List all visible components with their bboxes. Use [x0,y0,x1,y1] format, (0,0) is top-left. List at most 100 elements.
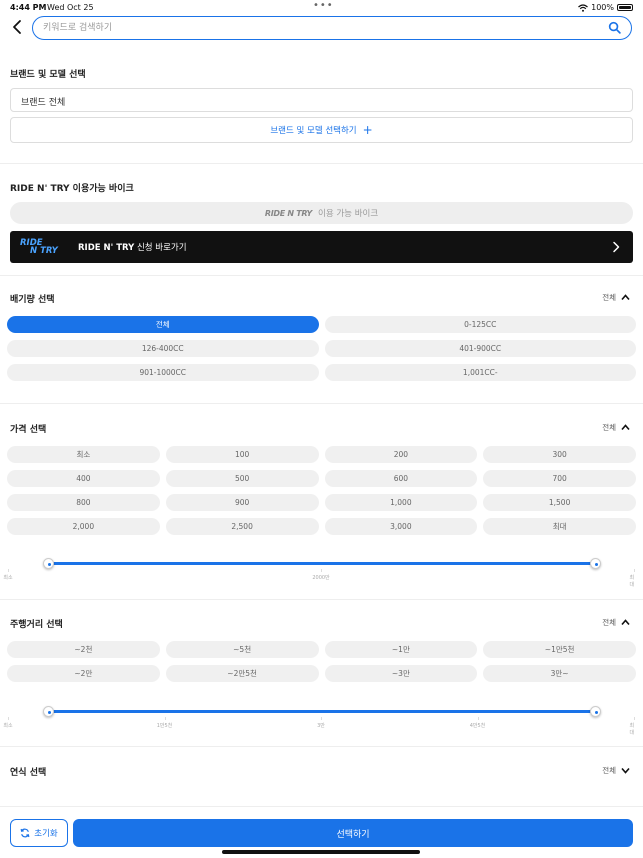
displacement-collapse-toggle[interactable]: 전체 [602,292,630,303]
displacement-option-chip[interactable]: 901-1000CC [7,364,319,381]
slider-tick-label: 최대 [629,723,635,736]
ridetry-pill-label: 이용 가능 바이크 [318,209,379,219]
slider-tick [8,569,9,572]
search-box[interactable] [32,16,632,40]
mileage-option-chip[interactable]: ~2천 [7,641,160,658]
price-option-chip[interactable]: 600 [324,470,478,487]
mileage-option-chip[interactable]: 3만~ [483,665,636,682]
slider-track[interactable] [48,562,595,565]
price-option-chip[interactable]: 200 [324,446,478,463]
plus-icon: + [362,123,373,137]
slider-tick [8,717,9,720]
price-option-chip[interactable]: 2,000 [7,518,160,535]
slider-track[interactable] [48,710,595,713]
battery-icon [617,4,633,11]
price-option-chip[interactable]: 2,500 [165,518,319,535]
brand-field[interactable]: 브랜드 전체 [10,88,633,112]
chevron-up-icon [621,294,630,301]
status-indicators: 100% [578,3,633,12]
apply-button[interactable]: 선택하기 [73,819,633,847]
slider-tick-label: 4만5천 [469,723,486,729]
divider [0,599,643,600]
mileage-option-chip[interactable]: ~3만 [324,665,478,682]
ridetry-banner-logo: RIDE N TRY [20,238,58,256]
price-option-chip[interactable]: 800 [7,494,160,511]
brand-section-title: 브랜드 및 모델 선택 [10,70,86,80]
mileage-section-title: 주행거리 선택 [10,620,63,630]
displacement-option-chip[interactable]: 0-125CC [324,316,636,333]
slider-min-handle[interactable] [42,558,54,569]
price-option-chip[interactable]: 1,500 [483,494,636,511]
price-option-chip[interactable]: 최대 [483,518,636,535]
mileage-option-chip[interactable]: ~1만5천 [483,641,636,658]
mileage-collapse-toggle[interactable]: 전체 [602,617,630,628]
ridetry-apply-banner[interactable]: RIDE N TRY RIDE N' TRY 신청 바로가기 [10,231,633,263]
price-option-chip[interactable]: 300 [483,446,636,463]
price-option-chip[interactable]: 1,000 [324,494,478,511]
divider [0,746,643,747]
ridetry-section-title: RIDE N' TRY 이용가능 바이크 [10,184,134,194]
mileage-range-slider[interactable]: 최소 1만5천 3만 4만5천 최대 [0,706,643,736]
chevron-right-icon [613,241,620,253]
back-arrow-icon[interactable] [10,19,26,35]
slider-tick-label: 최소 [3,575,13,581]
slider-tick [321,717,322,720]
slider-tick [321,569,322,572]
displacement-option-chip[interactable]: 1,001CC- [324,364,636,381]
slider-tick [164,717,166,720]
reset-label: 초기화 [34,829,58,839]
slider-tick [634,569,635,572]
mileage-option-chip[interactable]: ~2만5천 [165,665,319,682]
refresh-icon [20,828,30,838]
divider [0,275,643,276]
slider-tick-label: 최소 [3,723,13,729]
displacement-option-chip[interactable]: 전체 [7,316,319,333]
ridetry-logo: RIDE N TRY [264,208,313,218]
status-time: 4:44 PM [10,3,47,12]
search-input[interactable] [43,17,603,38]
home-indicator [222,850,420,854]
multitask-dots-icon[interactable]: ••• [313,0,334,11]
bottom-action-bar: 초기화 선택하기 [0,806,643,858]
price-collapse-toggle[interactable]: 전체 [602,422,630,433]
slider-max-handle[interactable] [589,706,601,717]
mileage-option-chip[interactable]: ~1만 [324,641,478,658]
slider-tick-label: 3만 [317,723,325,729]
price-option-chip[interactable]: 3,000 [324,518,478,535]
reset-button[interactable]: 초기화 [10,819,68,847]
chevron-up-icon [621,619,630,626]
chevron-up-icon [621,424,630,431]
brand-model-select-button[interactable]: 브랜드 및 모델 선택하기 + [10,117,633,143]
status-bar: 4:44 PM Wed Oct 25 ••• 100% [0,0,643,14]
slider-max-handle[interactable] [589,558,601,569]
slider-tick [634,717,635,720]
search-row [0,15,643,41]
brand-model-select-label: 브랜드 및 모델 선택하기 [270,126,357,136]
slider-tick-label: 2000만 [312,575,330,581]
price-option-chip[interactable]: 500 [165,470,319,487]
chevron-down-icon [621,767,630,774]
search-icon[interactable] [608,21,621,34]
battery-percent: 100% [591,3,614,12]
divider [0,403,643,404]
ridetry-banner-text: RIDE N' TRY 신청 바로가기 [78,243,187,253]
divider [0,163,643,164]
price-range-slider[interactable]: 최소 2000만 최대 [0,558,643,588]
displacement-option-chip[interactable]: 126-400CC [7,340,319,357]
wifi-icon [578,3,589,12]
price-option-chip[interactable]: 700 [483,470,636,487]
displacement-section-title: 배기량 선택 [10,295,55,305]
slider-min-handle[interactable] [42,706,54,717]
price-option-chip[interactable]: 최소 [7,446,160,463]
year-expand-toggle[interactable]: 전체 [602,765,630,776]
displacement-option-chip[interactable]: 401-900CC [324,340,636,357]
mileage-option-chip[interactable]: ~2만 [7,665,160,682]
year-section-title: 연식 선택 [10,768,47,778]
mileage-option-chip[interactable]: ~5천 [165,641,319,658]
price-option-chip[interactable]: 400 [7,470,160,487]
ridetry-available-toggle[interactable]: RIDE N TRY 이용 가능 바이크 [10,202,633,224]
status-date: Wed Oct 25 [47,3,94,12]
slider-tick-label: 최대 [629,575,635,588]
price-option-chip[interactable]: 100 [165,446,319,463]
price-option-chip[interactable]: 900 [165,494,319,511]
